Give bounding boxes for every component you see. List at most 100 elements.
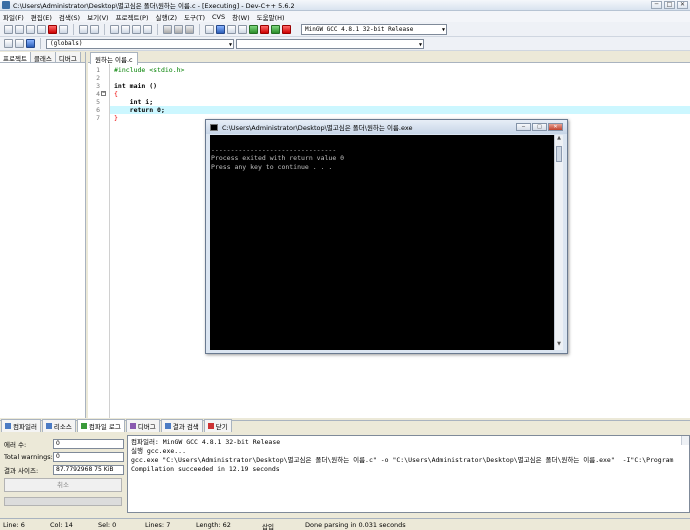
scroll-thumb[interactable] (556, 146, 562, 162)
print-icon[interactable] (59, 24, 68, 34)
find-icon[interactable] (110, 24, 119, 34)
redo-icon[interactable] (90, 24, 99, 34)
tab-find-results[interactable]: 결과 검색 (160, 419, 203, 432)
tab-debug-output[interactable]: 디버그 (125, 419, 160, 432)
toolbar-separator (104, 23, 105, 35)
menu-help[interactable]: 도움말(H) (257, 12, 285, 22)
log-scrollbar[interactable] (681, 436, 689, 445)
line-number: 7 (96, 114, 100, 122)
status-mode: 삽입 (262, 523, 274, 530)
resource-icon (45, 423, 52, 429)
menu-cvs[interactable]: CVS (212, 13, 225, 21)
tab-label: 결과 검색 (172, 423, 199, 431)
tab-label: 리소스 (53, 423, 72, 431)
compiler-icon (5, 423, 11, 429)
menu-edit[interactable]: 편집(E) (31, 12, 52, 22)
menu-file[interactable]: 파일(F) (3, 12, 24, 22)
rebuild-icon[interactable] (238, 24, 247, 34)
warnings-row: Total warnings: 0 (4, 451, 124, 462)
tab-compile-log[interactable]: 컴파일 로그 (76, 419, 125, 432)
symbol-select[interactable]: ▼ (236, 38, 424, 49)
close-icon (207, 423, 214, 429)
console-output[interactable]: -------------------------------- Process… (210, 135, 556, 350)
forward-icon[interactable] (174, 24, 183, 34)
close-file-icon[interactable] (48, 24, 57, 34)
toggle-icon[interactable] (15, 39, 24, 48)
menu-search[interactable]: 검색(S) (59, 12, 80, 22)
compile-log-panel: 에러 수: 0 Total warnings: 0 결과 사이즈: 87.779… (0, 432, 690, 516)
status-bar: Line: 6 Col: 14 Sel: 0 Lines: 7 Length: … (0, 518, 690, 530)
window-controls: ─ □ ✕ (651, 1, 688, 9)
minimize-button[interactable]: ─ (651, 1, 662, 9)
errors-row: 에러 수: 0 (4, 438, 124, 449)
code-area[interactable]: 1 #include <stdio.h> 2 3 int main () 4− { 5… (96, 66, 690, 122)
goto-icon[interactable] (26, 39, 35, 48)
run-icon[interactable] (216, 24, 225, 34)
tab-project[interactable]: 프로젝트 (0, 52, 31, 63)
log-line: 실행 gcc.exe... (131, 447, 187, 455)
tab-compiler[interactable]: 컴파일러 (1, 419, 41, 432)
tab-close[interactable]: 닫기 (203, 419, 232, 432)
insert-icon[interactable] (4, 39, 13, 48)
tab-label: 컴파일러 (13, 423, 37, 431)
menu-window[interactable]: 창(W) (232, 12, 249, 22)
output-tabs: 컴파일러 리소스 컴파일 로그 디버그 결과 검색 닫기 (0, 419, 690, 432)
log-line: 컴파일러: MinGW GCC 4.8.1 32-bit Release (131, 438, 281, 446)
maximize-button[interactable]: □ (664, 1, 675, 9)
fold-toggle-icon[interactable]: − (101, 91, 106, 96)
tab-resources[interactable]: 리소스 (41, 419, 76, 432)
scroll-up-icon[interactable]: ▲ (555, 135, 563, 144)
new-project-icon[interactable] (143, 24, 152, 34)
compile-log-output[interactable]: 컴파일러: MinGW GCC 4.8.1 32-bit Release 실행 … (127, 435, 690, 513)
menu-view[interactable]: 보기(V) (87, 12, 108, 22)
console-maximize-button[interactable]: □ (532, 123, 547, 131)
compiler-select[interactable]: MinGW GCC 4.8.1 32-bit Release ▼ (301, 23, 447, 35)
profile-icon[interactable] (282, 24, 291, 34)
line-number: 6 (96, 106, 100, 114)
scope-select[interactable]: (globals) ▼ (46, 38, 234, 49)
menu-tools[interactable]: 도구(T) (184, 12, 205, 22)
console-scrollbar[interactable]: ▲ ▼ (554, 135, 563, 350)
title-bar: C:\Users\Administrator\Desktop\별고심은 폴더\원… (0, 0, 690, 11)
toolbar-separator (40, 38, 41, 49)
compile-icon[interactable] (205, 24, 214, 34)
chart-icon (80, 423, 87, 429)
menu-project[interactable]: 프로젝트(P) (116, 12, 149, 22)
scroll-down-icon[interactable]: ▼ (555, 341, 563, 350)
console-close-button[interactable]: ✕ (548, 123, 563, 131)
code-text: #include <stdio.h> (114, 66, 185, 74)
chart-icon[interactable] (271, 24, 280, 34)
window-title: C:\Users\Administrator\Desktop\별고심은 폴더\원… (13, 2, 295, 10)
save-icon[interactable] (26, 24, 35, 34)
syntax-check-icon[interactable] (249, 24, 258, 34)
close-button[interactable]: ✕ (677, 1, 688, 9)
open-file-icon[interactable] (15, 24, 24, 34)
undo-icon[interactable] (79, 24, 88, 34)
status-line: Line: 6 (3, 521, 25, 529)
status-col: Col: 14 (50, 521, 73, 529)
save-all-icon[interactable] (37, 24, 46, 34)
code-text: } (114, 114, 118, 122)
console-minimize-button[interactable]: ─ (516, 123, 531, 131)
status-lines: Lines: 7 (145, 521, 171, 529)
goto-line-icon[interactable] (132, 24, 141, 34)
tab-debug[interactable]: 디버그 (55, 52, 81, 63)
line-number: 1 (96, 66, 100, 74)
log-line: Compilation succeeded in 12.19 seconds (131, 465, 280, 473)
toggle-bookmark-icon[interactable] (185, 24, 194, 34)
console-line: -------------------------------- (211, 145, 337, 154)
back-icon[interactable] (163, 24, 172, 34)
line-number: 2 (96, 74, 100, 82)
replace-icon[interactable] (121, 24, 130, 34)
new-file-icon[interactable] (4, 24, 13, 34)
console-window[interactable]: C:\Users\Administrator\Desktop\별고심은 폴더\원… (205, 119, 568, 354)
compile-run-icon[interactable] (227, 24, 236, 34)
abort-button[interactable]: 취소 (4, 478, 122, 492)
code-text: return 0; (114, 106, 165, 114)
menu-execute[interactable]: 실행(Z) (156, 12, 178, 22)
console-title-bar[interactable]: C:\Users\Administrator\Desktop\별고심은 폴더\원… (206, 120, 567, 134)
stop-execution-icon[interactable] (260, 24, 269, 34)
tab-classes[interactable]: 클래스 (30, 52, 56, 63)
console-icon (210, 123, 218, 131)
